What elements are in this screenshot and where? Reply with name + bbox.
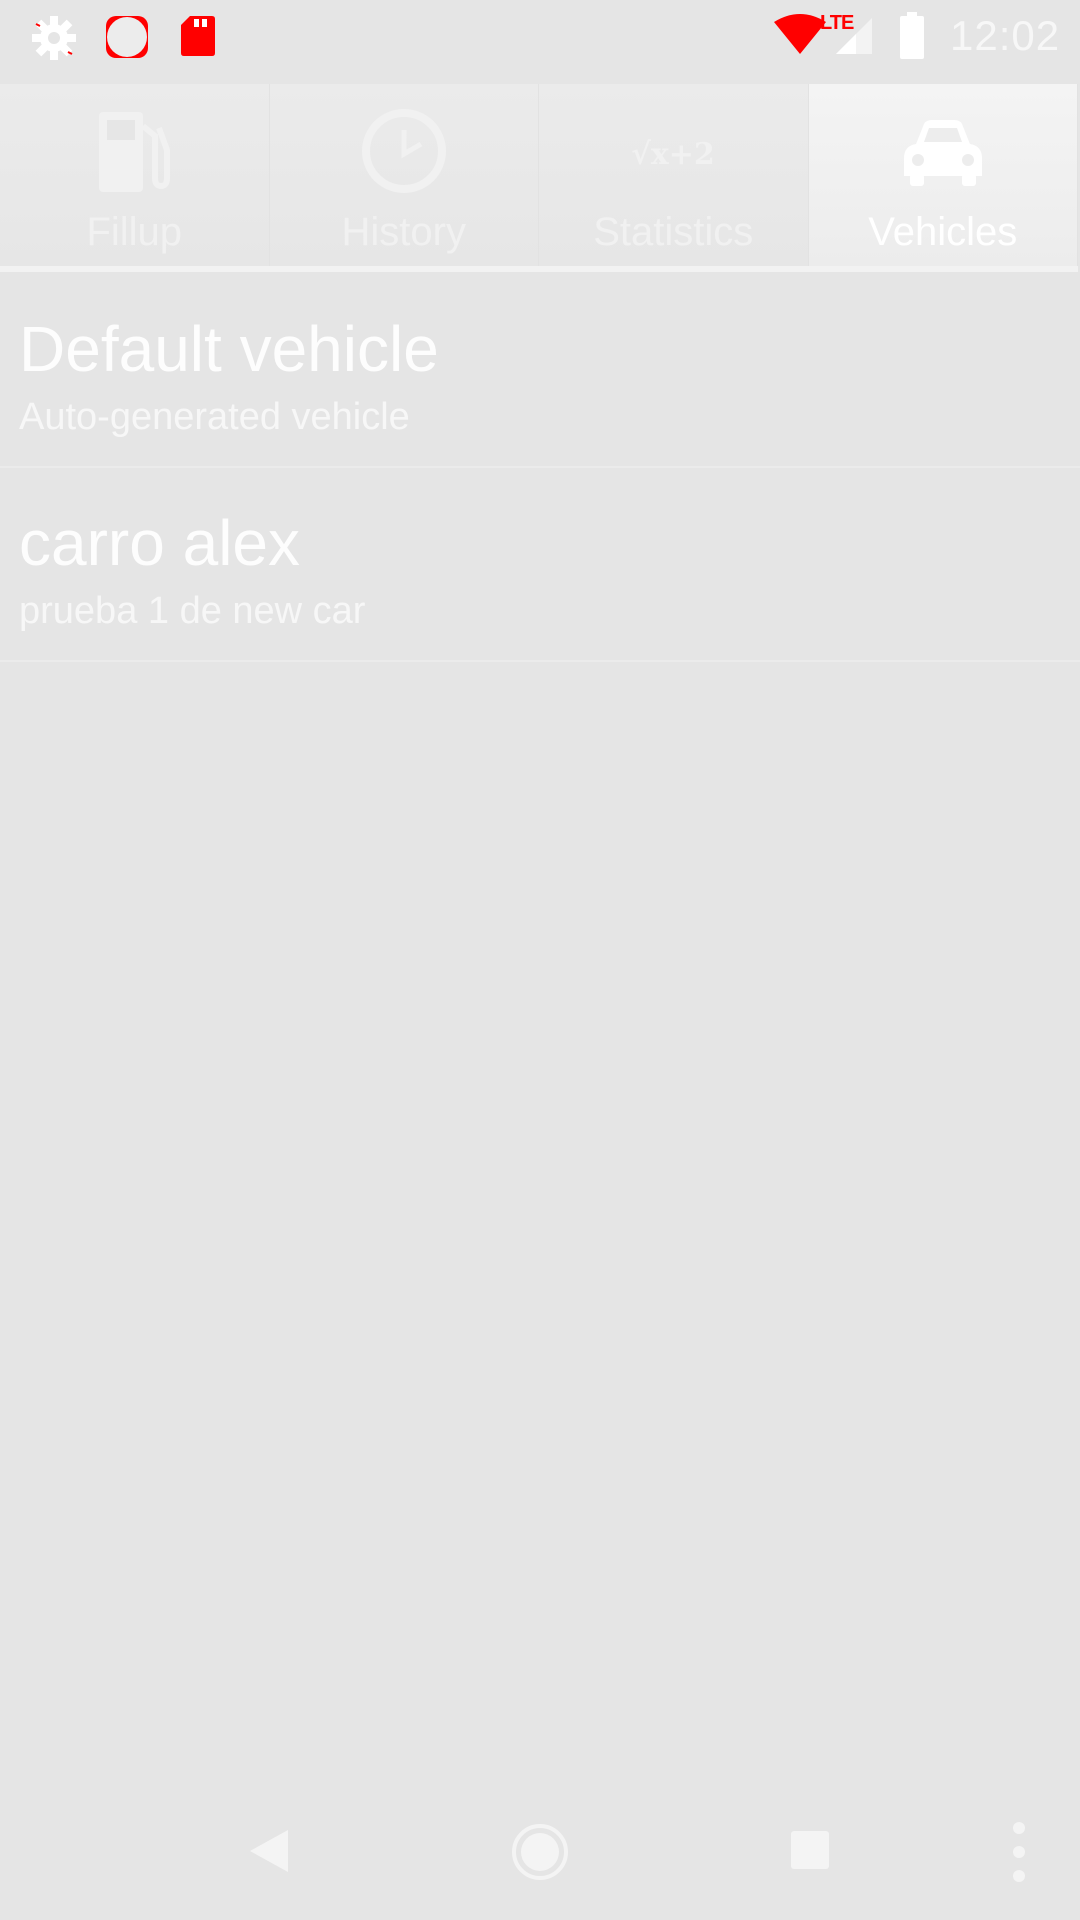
- tab-bar-underline: [0, 266, 1078, 272]
- circle-icon: [106, 16, 148, 58]
- car-icon: [903, 120, 982, 186]
- vehicle-description: Auto-generated vehicle: [19, 396, 410, 438]
- clock-icon: [361, 109, 446, 193]
- status-bar: LTE 12:02: [0, 0, 1080, 74]
- home-icon[interactable]: [510, 1822, 570, 1882]
- overflow-menu-icon[interactable]: [1008, 1820, 1030, 1884]
- sd-card-icon: [181, 16, 215, 56]
- vehicle-description: prueba 1 de new car: [19, 590, 366, 632]
- gear-icon: [32, 16, 76, 60]
- fuel-pump-icon: [99, 112, 171, 192]
- tab-history[interactable]: History: [270, 84, 539, 270]
- tab-bar: Fillup History √x+2 Statistics Vehicles: [0, 84, 1078, 270]
- tab-vehicles-label: Vehicles: [868, 210, 1018, 254]
- battery-icon: [900, 12, 924, 59]
- tab-fillup[interactable]: Fillup: [0, 84, 270, 270]
- tab-vehicles[interactable]: Vehicles: [808, 84, 1078, 270]
- tab-statistics[interactable]: √x+2 Statistics: [539, 84, 809, 270]
- vehicle-name: carro alex: [19, 507, 300, 579]
- vehicle-list-item[interactable]: Default vehicle Auto-generated vehicle: [0, 274, 1080, 468]
- navigation-bar: [0, 1794, 1080, 1920]
- clock-time: 12:02: [950, 12, 1061, 59]
- sqrt-formula-text: √x+2: [631, 137, 715, 172]
- tab-fillup-label: Fillup: [86, 210, 183, 254]
- vehicle-list: Default vehicle Auto-generated vehicle c…: [0, 274, 1080, 662]
- vehicle-list-item[interactable]: carro alex prueba 1 de new car: [0, 468, 1080, 662]
- cell-signal-icon: [836, 18, 872, 54]
- tab-history-label: History: [341, 210, 466, 254]
- sqrt-formula-icon: √x+2: [631, 137, 715, 172]
- vehicle-name: Default vehicle: [19, 313, 439, 385]
- recent-apps-icon[interactable]: [788, 1828, 832, 1872]
- tab-statistics-label: Statistics: [593, 210, 754, 254]
- back-icon[interactable]: [246, 1828, 292, 1874]
